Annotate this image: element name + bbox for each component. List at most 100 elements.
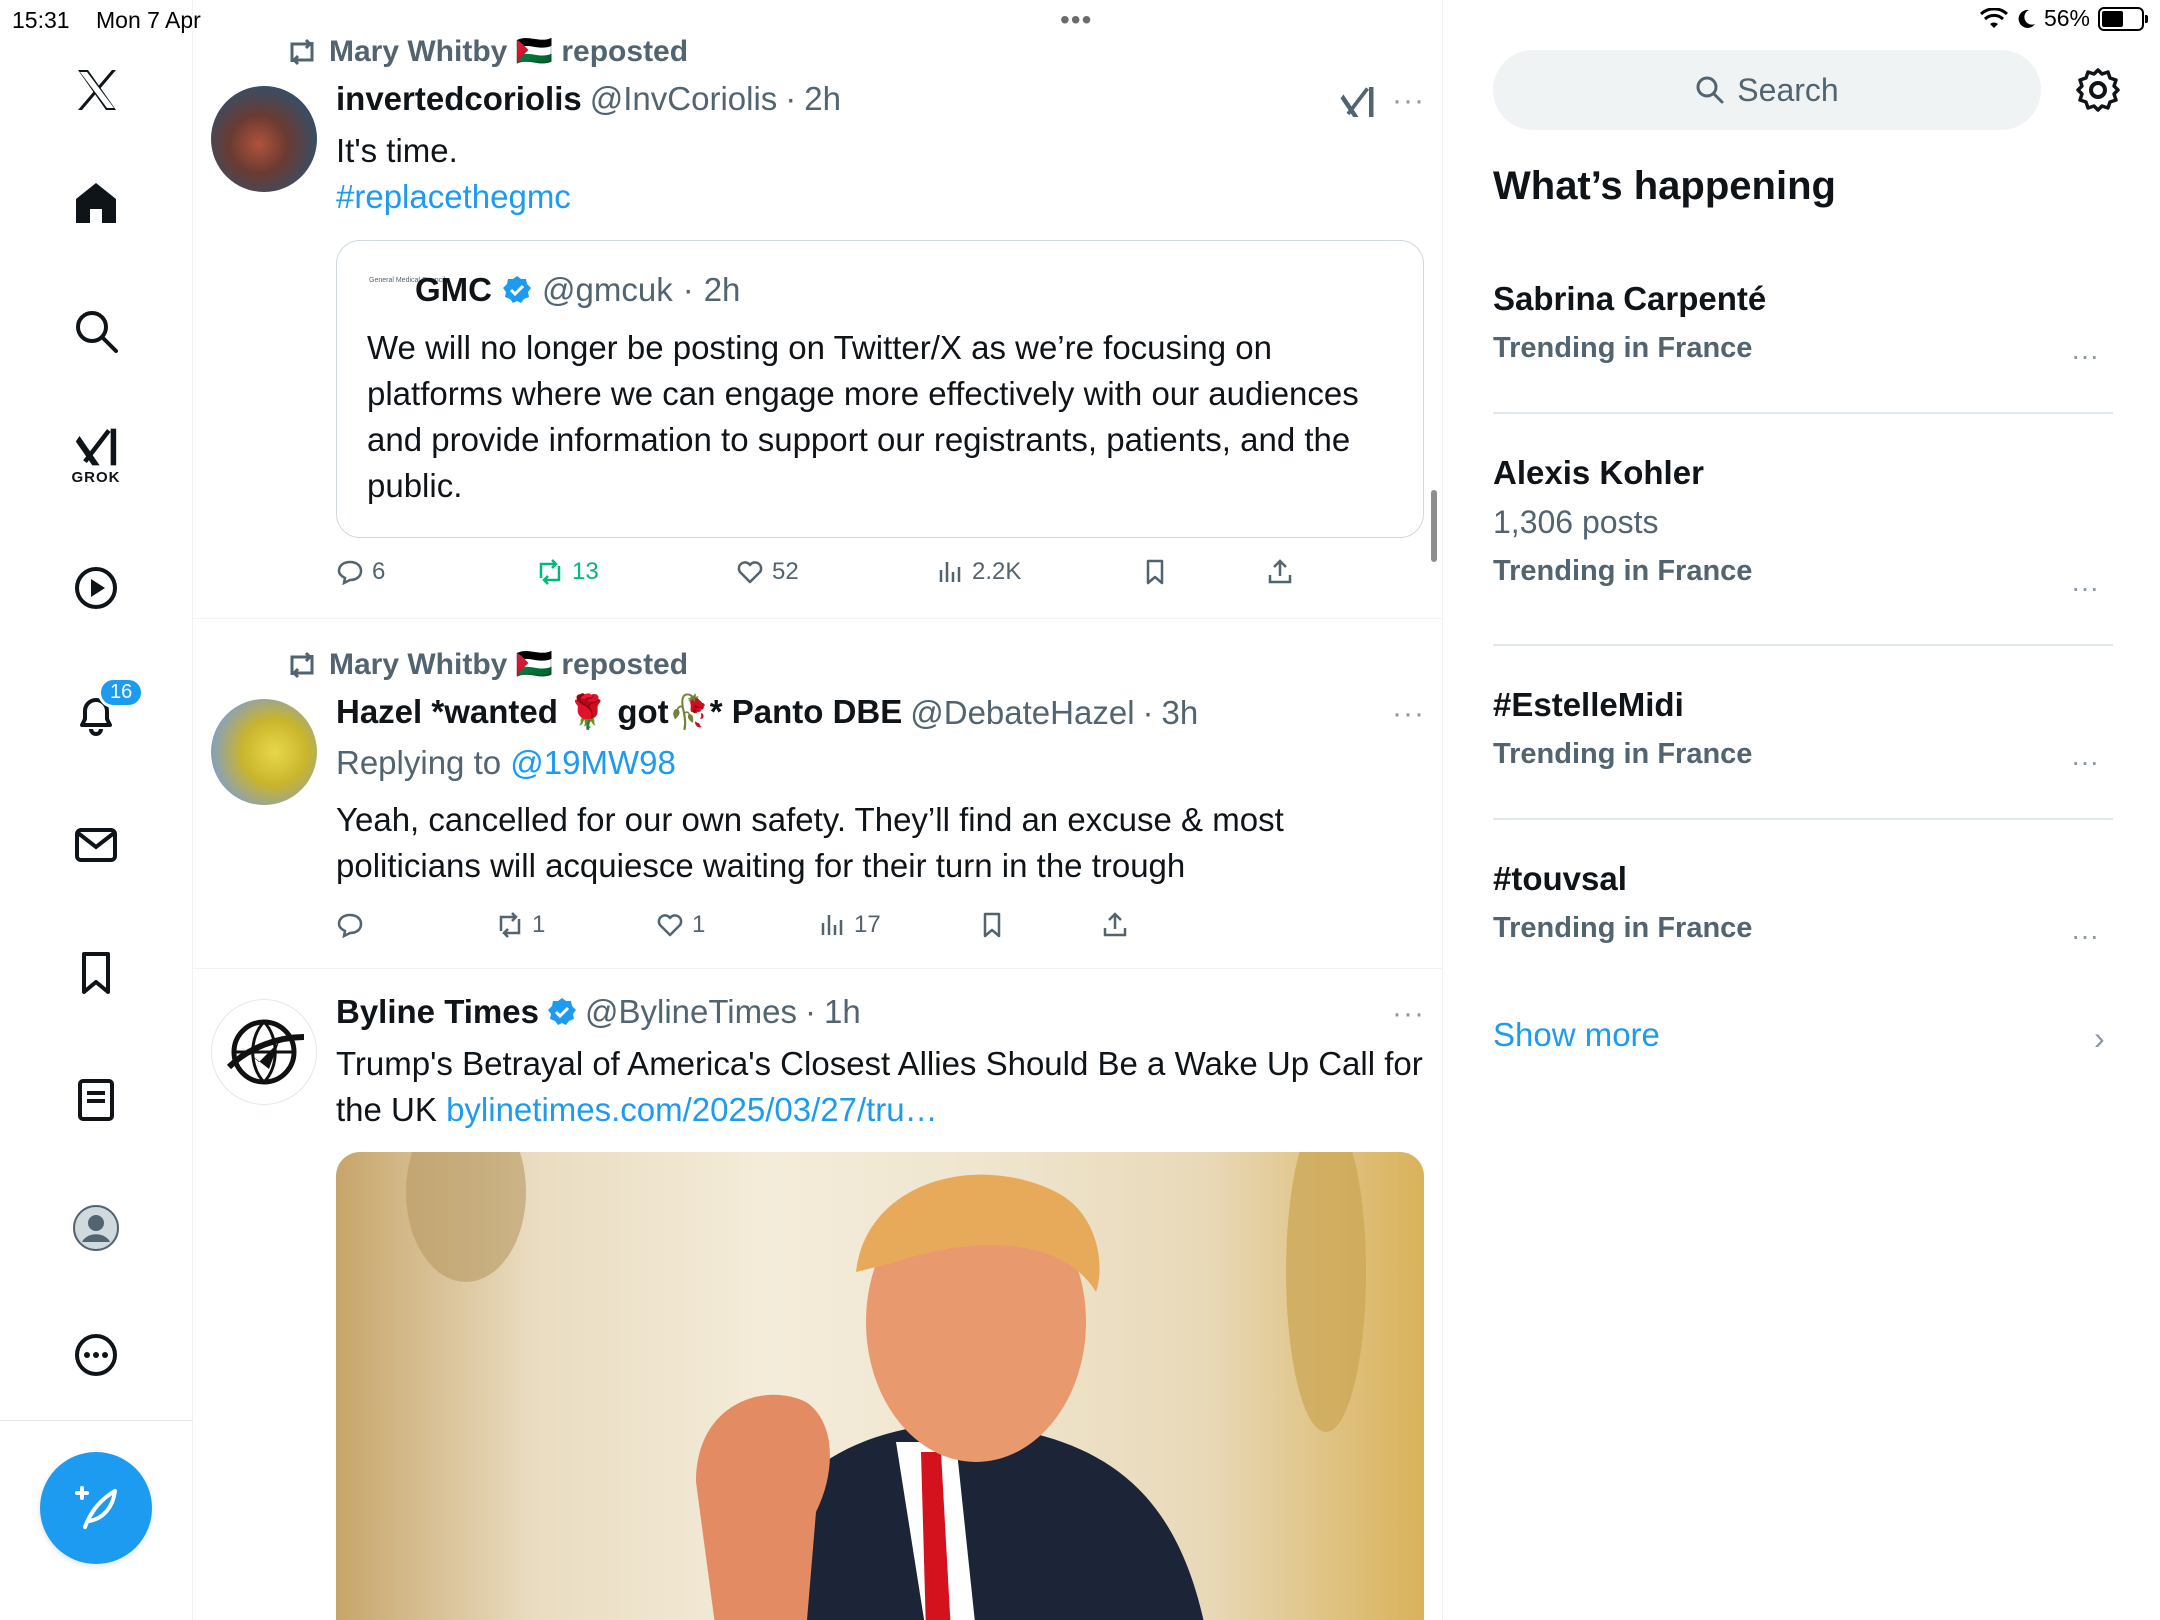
trend-item[interactable]: Sabrina Carpenté Trending in France ··· (1493, 280, 2113, 371)
verified-icon (503, 276, 531, 303)
mail-icon[interactable] (56, 805, 136, 885)
trend-name: #touvsal (1493, 860, 1627, 897)
grok-label: GROK (71, 468, 121, 486)
post-actions: 6 13 52 2.2K (336, 558, 1396, 598)
author-name[interactable]: invertedcoriolis (336, 80, 582, 118)
chevron-right-icon[interactable]: › (2094, 1020, 2105, 1057)
post-text-block: Trump's Betrayal of America's Closest Al… (336, 1041, 1431, 1133)
replying-prefix: Replying to (336, 744, 502, 781)
lists-icon[interactable] (56, 1060, 136, 1140)
bookmark-button[interactable] (1141, 558, 1169, 586)
show-more-link[interactable]: Show more (1493, 1016, 1660, 1054)
post-image[interactable] (336, 1152, 1424, 1620)
search-icon[interactable] (56, 291, 136, 371)
quote-card[interactable]: General Medical Council GMC @gmcuk · 2h … (336, 240, 1424, 538)
trend-item[interactable]: #EstelleMidi Trending in France ··· (1493, 686, 2113, 777)
post-time[interactable]: 2h (804, 80, 841, 118)
trend-context: Trending in France (1493, 332, 1753, 364)
bookmark-icon (1146, 559, 1164, 585)
trend-divider (1493, 818, 2113, 820)
quote-author-name[interactable]: GMC (415, 271, 492, 309)
replying-to: Replying to @19MW98 (336, 740, 676, 786)
article-link[interactable]: bylinetimes.com/2025/03/27/tru… (446, 1091, 938, 1128)
left-nav: GROK 16 (0, 0, 193, 1620)
trend-context: Trending in France (1493, 555, 1753, 587)
post-time[interactable]: 1h (824, 993, 861, 1031)
reply-target-link[interactable]: @19MW98 (510, 744, 676, 781)
like-button[interactable]: 52 (736, 558, 799, 586)
post-more-button[interactable]: ··· (1392, 84, 1425, 118)
post[interactable]: Mary Whitby 🇵🇸 reposted Hazel *wanted 🌹 … (193, 619, 1442, 969)
grok-icon[interactable] (1339, 84, 1375, 120)
trend-more-button[interactable]: ··· (2071, 746, 2099, 778)
reply-button[interactable] (336, 911, 372, 939)
scrollbar-thumb[interactable] (1431, 490, 1437, 562)
profile-icon[interactable] (56, 1188, 136, 1268)
trend-more-button[interactable]: ··· (2071, 920, 2099, 952)
repost-button[interactable]: 13 (536, 558, 599, 586)
trend-more-button[interactable]: ··· (2071, 572, 2099, 604)
compose-button[interactable] (40, 1452, 152, 1564)
avatar[interactable] (211, 86, 317, 192)
video-icon[interactable] (56, 548, 136, 628)
views-button[interactable]: 2.2K (936, 558, 1021, 586)
like-count: 52 (772, 558, 799, 585)
author-line: Hazel *wanted 🌹 got🥀* Panto DBE @DebateH… (336, 693, 1198, 732)
notifications-nav[interactable]: 16 (56, 675, 145, 755)
x-logo-icon[interactable] (56, 50, 136, 130)
avatar[interactable] (211, 999, 317, 1105)
timeline-feed[interactable]: Mary Whitby 🇵🇸 reposted invertedcoriolis… (193, 0, 1443, 1620)
author-handle[interactable]: @BylineTimes (585, 993, 797, 1031)
post-more-button[interactable]: ··· (1392, 997, 1425, 1031)
post-time[interactable]: 3h (1162, 694, 1199, 732)
post[interactable]: Byline Times @BylineTimes · 1h ··· Trump… (193, 969, 1442, 1620)
author-handle[interactable]: @DebateHazel (910, 694, 1134, 732)
bookmark-icon[interactable] (56, 933, 136, 1013)
share-button[interactable] (1101, 911, 1129, 939)
bookmark-button[interactable] (978, 911, 1006, 939)
trend-context: Trending in France (1493, 912, 1753, 944)
views-count: 17 (854, 911, 881, 938)
views-button[interactable]: 17 (818, 911, 881, 939)
repost-icon (290, 38, 314, 65)
repost-icon (539, 559, 561, 585)
author-name[interactable]: Byline Times (336, 993, 539, 1031)
quote-author-handle[interactable]: @gmcuk (542, 271, 673, 309)
quote-header: General Medical Council GMC @gmcuk · 2h (369, 271, 740, 309)
app-root: 15:31 Mon 7 Apr ••• 56% GROK 16 Mary Whi… (0, 0, 2160, 1620)
author-line: Byline Times @BylineTimes · 1h (336, 993, 861, 1031)
separator: · (682, 271, 694, 308)
bookmark-icon (983, 912, 1001, 938)
repost-by[interactable]: Mary Whitby 🇵🇸 reposted (329, 34, 688, 69)
quote-text: We will no longer be posting on Twitter/… (367, 329, 1359, 504)
post-more-button[interactable]: ··· (1392, 697, 1425, 731)
more-icon[interactable] (56, 1315, 136, 1395)
search-input[interactable]: Search (1493, 50, 2041, 130)
avatar[interactable] (211, 699, 317, 805)
trends-title: What’s happening (1493, 164, 1836, 208)
author-name[interactable]: Hazel *wanted 🌹 got🥀* Panto DBE (336, 693, 902, 732)
trend-item[interactable]: Alexis Kohler 1,306 posts Trending in Fr… (1493, 454, 2113, 603)
grok-icon[interactable]: GROK (56, 415, 136, 495)
reply-button[interactable]: 6 (336, 558, 385, 586)
reply-icon (337, 560, 363, 586)
trend-more-button[interactable]: ··· (2071, 340, 2099, 372)
trend-divider (1493, 412, 2113, 414)
quote-time[interactable]: 2h (704, 271, 741, 309)
post-text: It's time. (336, 132, 458, 169)
hashtag-link[interactable]: #replacethegmc (336, 174, 571, 220)
post[interactable]: Mary Whitby 🇵🇸 reposted invertedcoriolis… (193, 0, 1442, 619)
like-button[interactable]: 1 (656, 911, 705, 939)
separator: · (1142, 693, 1154, 731)
verified-icon (547, 998, 576, 1025)
author-handle[interactable]: @InvCoriolis (590, 80, 778, 118)
repost-by[interactable]: Mary Whitby 🇵🇸 reposted (329, 647, 688, 682)
gear-icon[interactable] (2074, 66, 2122, 114)
repost-button[interactable]: 1 (496, 911, 545, 939)
trend-item[interactable]: #touvsal Trending in France ··· (1493, 860, 2113, 951)
home-icon[interactable] (56, 163, 136, 243)
repost-indicator: Mary Whitby 🇵🇸 reposted (285, 34, 688, 69)
author-line: invertedcoriolis @InvCoriolis · 2h (336, 80, 841, 118)
repost-icon (499, 912, 521, 938)
share-button[interactable] (1266, 558, 1294, 586)
